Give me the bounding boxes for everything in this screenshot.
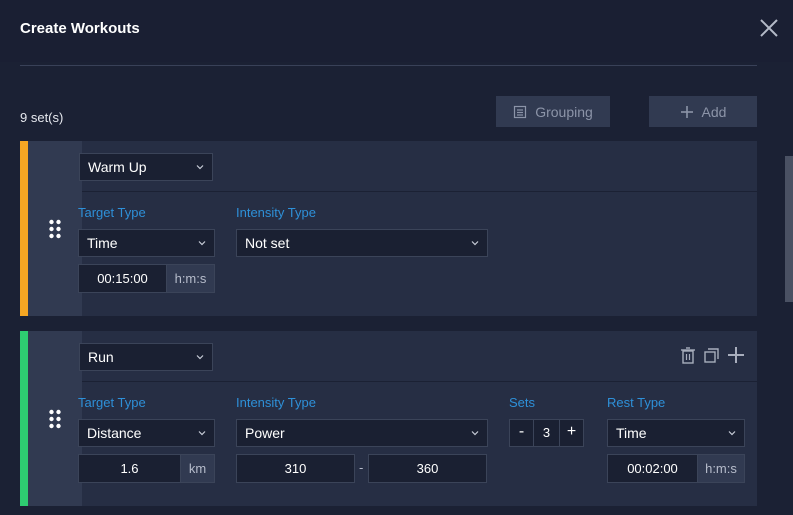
warmup-intensity-type-select[interactable]: Not set (236, 229, 488, 257)
sets-decrement-button[interactable]: - (509, 419, 534, 447)
warmup-duration-unit: h:m:s (166, 264, 215, 293)
drag-handle[interactable] (28, 141, 82, 316)
warmup-target-type-label: Target Type (78, 205, 146, 220)
run-rest-type-select[interactable]: Time (607, 419, 745, 447)
warmup-step-select[interactable]: Warm Up (79, 153, 213, 181)
create-workouts-modal: Create Workouts 9 set(s) Grouping Add Wa… (0, 0, 793, 515)
warmup-duration-input[interactable]: 00:15:00 (78, 264, 167, 293)
chevron-down-icon (471, 431, 479, 436)
chevron-down-icon (196, 355, 204, 360)
run-intensity-type-select[interactable]: Power (236, 419, 488, 447)
chevron-down-icon (198, 431, 206, 436)
drag-handle[interactable] (28, 331, 82, 506)
card-divider (82, 191, 757, 192)
run-sets-label: Sets (509, 395, 536, 410)
header-divider (20, 65, 757, 66)
warmup-target-type-value: Time (87, 235, 118, 251)
close-icon[interactable] (758, 17, 780, 39)
warmup-color-stripe (20, 141, 28, 316)
range-separator: - (359, 460, 364, 475)
run-step-card: Run Target Type Distance 1.6 km Intensit… (20, 331, 757, 506)
chevron-down-icon (196, 165, 204, 170)
sets-value[interactable]: 3 (534, 419, 559, 447)
run-intensity-low-input[interactable]: 310 (236, 454, 355, 483)
scrollbar-thumb[interactable] (785, 156, 793, 302)
grouping-icon (514, 105, 527, 118)
chevron-down-icon (471, 241, 479, 246)
card-divider (82, 381, 757, 382)
add-label: Add (701, 103, 727, 120)
run-target-type-select[interactable]: Distance (78, 419, 215, 447)
run-distance-unit: km (180, 454, 215, 483)
run-step-select[interactable]: Run (79, 343, 213, 371)
run-target-type-value: Distance (87, 425, 142, 441)
run-intensity-high-input[interactable]: 360 (368, 454, 487, 483)
add-button[interactable]: Add (649, 96, 757, 127)
warmup-target-type-select[interactable]: Time (78, 229, 215, 257)
modal-title: Create Workouts (20, 20, 140, 37)
run-target-type-label: Target Type (78, 395, 146, 410)
warmup-intensity-type-value: Not set (245, 235, 290, 251)
copy-icon[interactable] (704, 348, 719, 363)
sets-increment-button[interactable]: + (559, 419, 584, 447)
grouping-label: Grouping (535, 103, 593, 120)
chevron-down-icon (728, 431, 736, 436)
trash-icon[interactable] (680, 347, 696, 364)
run-color-stripe (20, 331, 28, 506)
run-rest-duration-input[interactable]: 00:02:00 (607, 454, 698, 483)
run-rest-type-label: Rest Type (607, 395, 666, 410)
warmup-step-card: Warm Up Target Type Time 00:15:00 h:m:s … (20, 141, 757, 316)
run-intensity-type-value: Power (245, 425, 285, 441)
set-count: 9 set(s) (20, 110, 64, 125)
grouping-button[interactable]: Grouping (496, 96, 610, 127)
run-rest-type-value: Time (616, 425, 647, 441)
warmup-intensity-type-label: Intensity Type (236, 205, 316, 220)
drag-handle-icon (49, 409, 61, 428)
run-step-value: Run (88, 349, 114, 365)
warmup-step-value: Warm Up (88, 159, 147, 175)
add-step-icon[interactable] (727, 346, 745, 364)
chevron-down-icon (198, 241, 206, 246)
modal-header: Create Workouts (0, 0, 793, 62)
run-distance-input[interactable]: 1.6 (78, 454, 181, 483)
run-intensity-type-label: Intensity Type (236, 395, 316, 410)
run-rest-duration-unit: h:m:s (697, 454, 745, 483)
plus-icon (680, 105, 693, 118)
drag-handle-icon (49, 219, 61, 238)
